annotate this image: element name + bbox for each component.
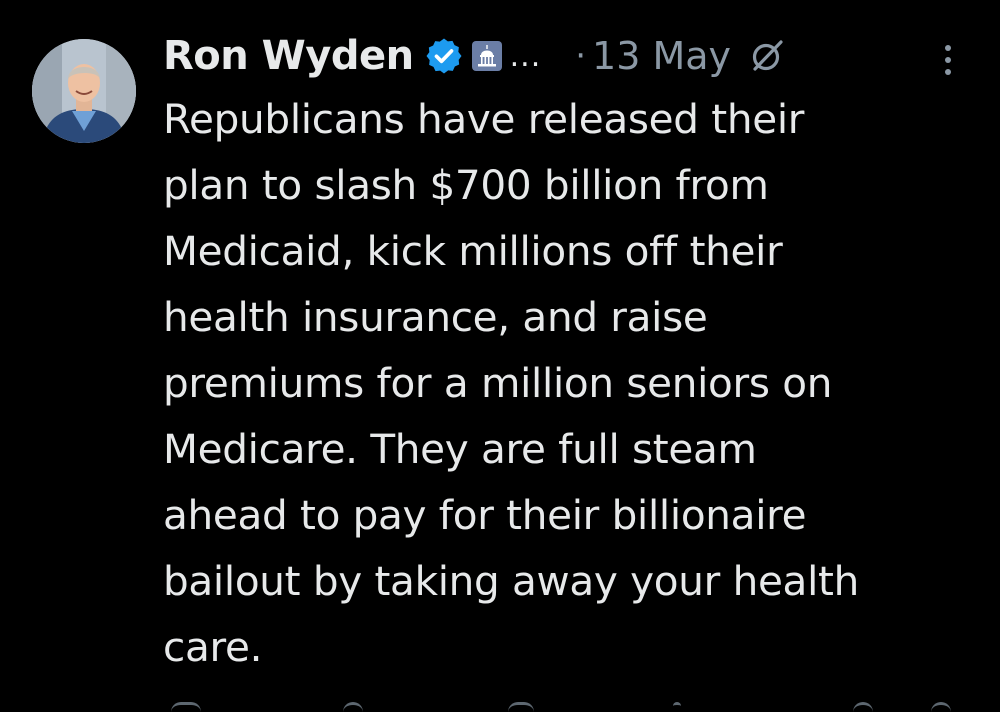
header-separator: · bbox=[575, 36, 587, 76]
share-icon[interactable] bbox=[931, 702, 951, 712]
tweet-text-line: Republicans have released their bbox=[163, 95, 805, 143]
more-vertical-icon[interactable] bbox=[936, 40, 960, 80]
grok-icon[interactable] bbox=[747, 36, 787, 76]
tweet-date[interactable]: 13 May bbox=[592, 34, 731, 78]
action-bar bbox=[163, 700, 963, 712]
reply-icon[interactable] bbox=[171, 702, 201, 712]
capitol-building-icon[interactable] bbox=[471, 41, 502, 71]
author-name[interactable]: Ron Wyden bbox=[163, 33, 414, 79]
tweet-text-line: care. bbox=[163, 623, 263, 671]
tweet-text-line: health insurance, and raise bbox=[163, 293, 708, 341]
like-icon[interactable] bbox=[508, 702, 534, 712]
views-icon[interactable] bbox=[673, 702, 681, 712]
repost-icon[interactable] bbox=[343, 702, 363, 712]
tweet-header: Ron Wyden ... · 13 May bbox=[163, 30, 787, 82]
tweet-text-line: premiums for a million seniors on bbox=[163, 359, 833, 407]
bookmark-icon[interactable] bbox=[853, 702, 873, 712]
tweet[interactable]: Ron Wyden ... · 13 May Republicans have … bbox=[0, 0, 1000, 712]
author-avatar[interactable] bbox=[32, 39, 136, 143]
tweet-text-line: bailout by taking away your health bbox=[163, 557, 859, 605]
tweet-text-line: ahead to pay for their billionaire bbox=[163, 491, 807, 539]
tweet-text-line: Medicaid, kick millions off their bbox=[163, 227, 783, 275]
name-truncation: ... bbox=[509, 38, 542, 74]
verified-badge-icon[interactable] bbox=[424, 36, 464, 76]
tweet-text-line: Medicare. They are full steam bbox=[163, 425, 757, 473]
tweet-text-line: plan to slash $700 billion from bbox=[163, 161, 769, 209]
tweet-text: Republicans have released their plan to … bbox=[163, 86, 973, 680]
